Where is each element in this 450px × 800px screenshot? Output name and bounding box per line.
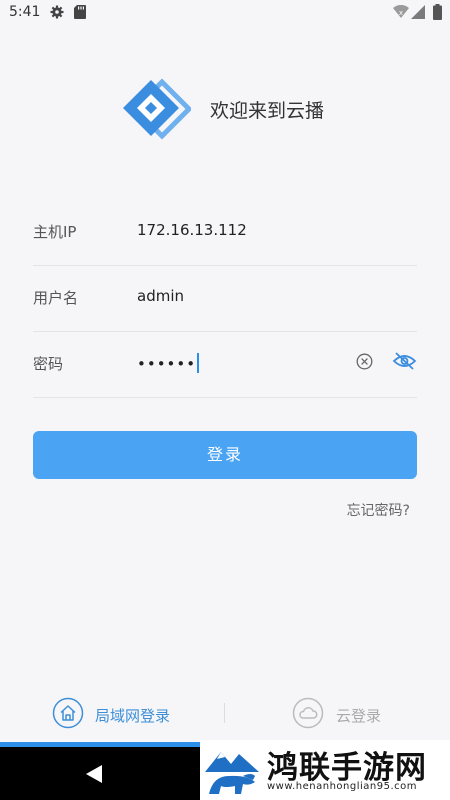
status-time: 5:41 [9, 4, 41, 20]
username-input[interactable]: admin [137, 287, 184, 305]
login-button[interactable]: 登录 [33, 431, 417, 479]
diamond-logo-icon [123, 78, 191, 140]
text-caret [197, 353, 200, 373]
gear-icon [50, 5, 64, 19]
password-label: 密码 [33, 355, 64, 373]
username-row[interactable]: 用户名 admin [33, 265, 417, 332]
eye-hidden-icon[interactable] [392, 351, 417, 371]
username-label: 用户名 [33, 289, 79, 307]
battery-icon [433, 4, 442, 20]
status-bar: 5:41 x [0, 0, 450, 26]
watermark-url: www.henanhonglian95.com [267, 781, 418, 792]
clear-circle-icon[interactable] [356, 353, 373, 370]
svg-text:x: x [399, 9, 403, 17]
host-ip-input[interactable]: 172.16.13.112 [137, 221, 247, 239]
watermark-logo [203, 742, 261, 796]
welcome-title: 欢迎来到云播 [210, 100, 325, 122]
home-icon [52, 697, 84, 729]
tab-divider [224, 703, 225, 723]
password-input[interactable]: •••••• [137, 353, 200, 373]
sd-card-icon [74, 5, 86, 19]
tab-lan-label: 局域网登录 [95, 707, 171, 725]
host-ip-label: 主机IP [33, 223, 77, 241]
back-icon[interactable] [86, 765, 102, 783]
tab-cloud-label: 云登录 [336, 707, 382, 725]
password-masked-value: •••••• [137, 355, 197, 373]
cloud-icon [292, 697, 324, 729]
host-ip-row[interactable]: 主机IP 172.16.13.112 [33, 199, 417, 266]
forgot-password-link[interactable]: 忘记密码? [347, 500, 410, 520]
signal-icon [411, 5, 425, 19]
password-row[interactable]: 密码 •••••• [33, 331, 417, 398]
wifi-icon: x [393, 5, 409, 18]
